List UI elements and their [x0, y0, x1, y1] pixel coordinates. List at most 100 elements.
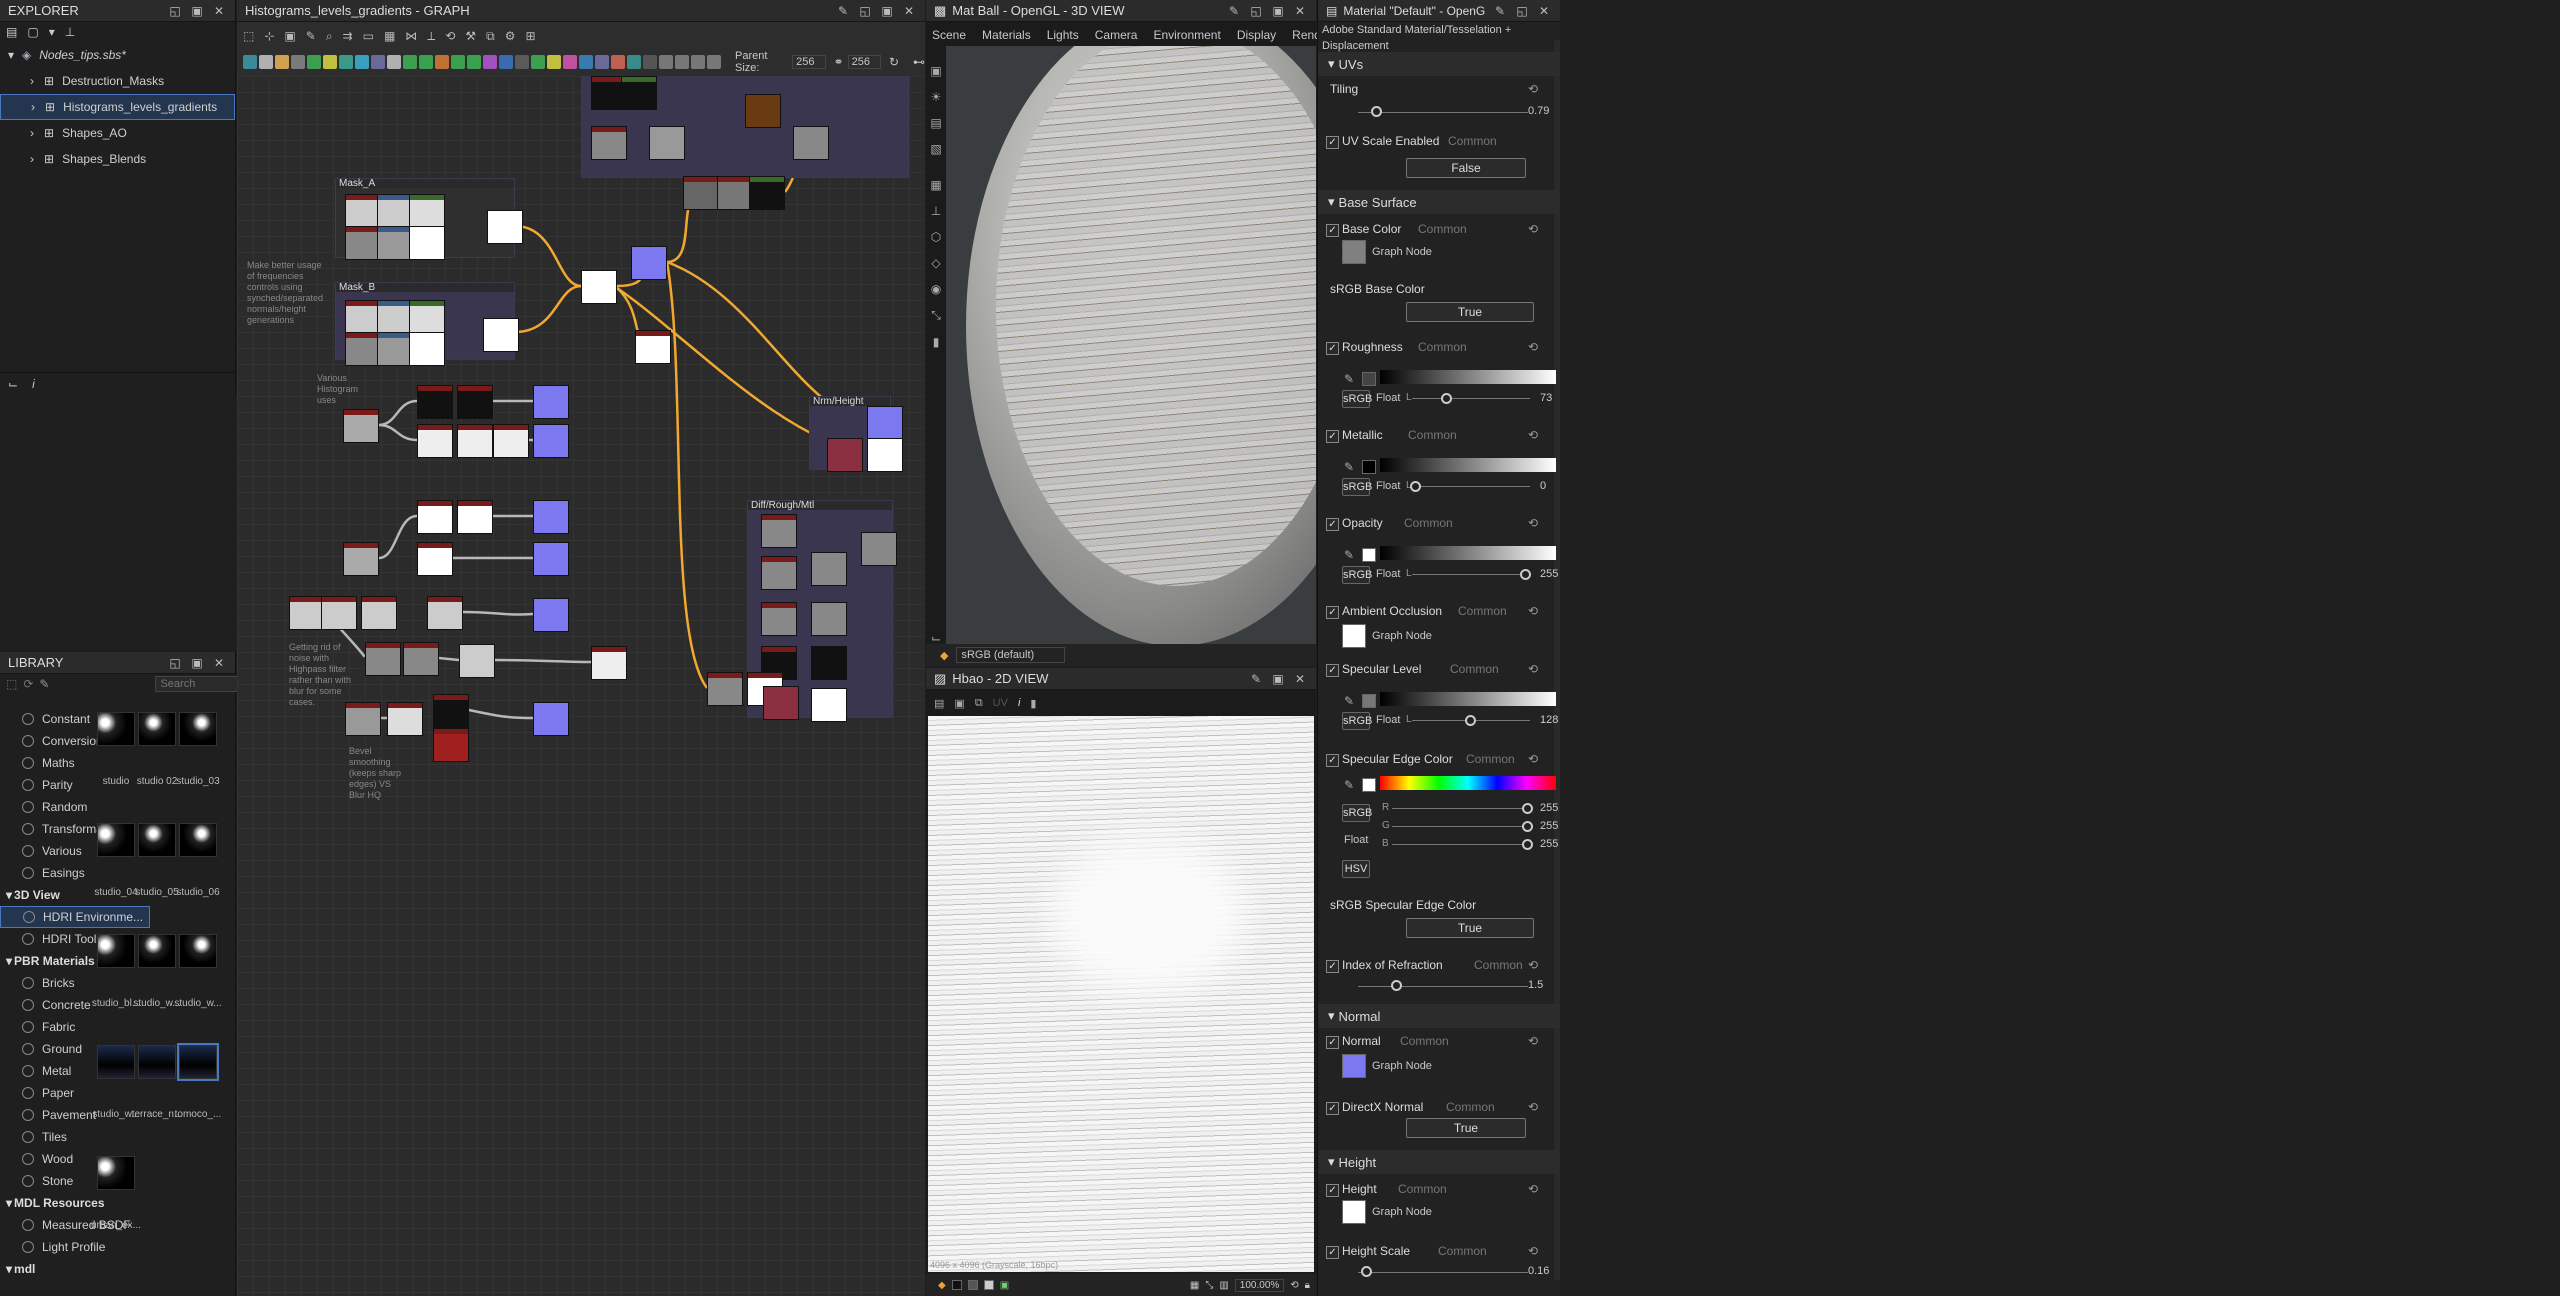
atomic-node-button[interactable] — [531, 55, 545, 69]
srgb-toggle[interactable]: sRGB — [1342, 712, 1372, 730]
graph-node[interactable] — [457, 385, 493, 419]
info-icon[interactable]: i — [1018, 697, 1020, 709]
slider-value[interactable]: 255 — [1540, 568, 1558, 580]
slider-value[interactable]: 1.5 — [1528, 979, 1543, 991]
value-gradient[interactable] — [1380, 370, 1556, 384]
reset-icon[interactable]: ⟲ — [1528, 222, 1538, 236]
reset-icon[interactable]: ⟲ — [1528, 1182, 1538, 1196]
slider-track[interactable] — [1412, 486, 1530, 487]
atomic-node-button[interactable] — [307, 55, 321, 69]
graph-node[interactable] — [345, 194, 381, 228]
channel-black[interactable] — [951, 1280, 962, 1290]
collapse-arrow-icon[interactable]: ▾ — [1328, 1154, 1335, 1170]
hdri-thumbnail[interactable] — [179, 934, 217, 968]
axes-icon[interactable]: ⌙ — [931, 631, 941, 645]
library-category[interactable]: Fabric — [0, 1016, 150, 1038]
graph-comment[interactable]: Bevel smoothing (keeps sharp edges) VS B… — [349, 746, 409, 801]
atomic-node-button[interactable] — [403, 55, 417, 69]
graph-node[interactable] — [345, 332, 381, 366]
slider-knob[interactable] — [1371, 106, 1383, 117]
atomic-node-button[interactable] — [451, 55, 465, 69]
search-icon[interactable]: ⌕ — [326, 29, 333, 44]
atomic-node-button[interactable] — [435, 55, 449, 69]
image-icon[interactable]: ▣ — [1000, 1280, 1009, 1291]
slider-track[interactable] — [1358, 112, 1528, 113]
graph-node[interactable] — [811, 602, 847, 636]
uv-toggle[interactable]: UV — [993, 697, 1008, 709]
library-category[interactable]: Paper — [0, 1082, 150, 1104]
rotate-icon[interactable]: ⟲ — [445, 29, 455, 43]
section-height[interactable]: ▾ Height — [1318, 1150, 1560, 1174]
camera-icon[interactable]: ▣ — [284, 29, 295, 43]
hdri-thumbnail[interactable] — [97, 934, 135, 968]
stats-icon[interactable]: ▮ — [933, 335, 940, 349]
maximize-icon[interactable]: ▣ — [1270, 671, 1286, 687]
atomic-node-button[interactable] — [675, 55, 689, 69]
section-normal[interactable]: ▾ Normal — [1318, 1004, 1560, 1028]
properties-scrollbar[interactable] — [1554, 40, 1560, 1280]
hdri-thumbnail[interactable] — [177, 1043, 219, 1081]
collapse-arrow-icon[interactable]: ▾ — [1328, 56, 1335, 72]
checkbox[interactable]: ✓ — [1326, 1036, 1339, 1049]
atomic-node-button[interactable] — [707, 55, 721, 69]
atomic-node-button[interactable] — [515, 55, 529, 69]
graph-node[interactable] — [433, 728, 469, 762]
atomic-node-button[interactable] — [259, 55, 273, 69]
section-uvs[interactable]: ▾ UVs — [1318, 52, 1560, 76]
color-swatch[interactable] — [1362, 372, 1376, 386]
wireframe-icon[interactable]: ◇ — [931, 256, 940, 270]
graph-node[interactable] — [861, 532, 897, 566]
library-category[interactable]: Light Profile — [0, 1236, 150, 1258]
hdri-thumbnail[interactable] — [138, 712, 176, 746]
section-base-surface[interactable]: ▾ Base Surface — [1318, 190, 1560, 214]
graph-item[interactable]: › ⊞ Shapes_Blends — [0, 146, 235, 172]
reset-icon[interactable]: ⟲ — [1528, 428, 1538, 442]
slider-value[interactable]: 0.16 — [1528, 1265, 1549, 1277]
graph-node[interactable] — [403, 642, 439, 676]
graph-node[interactable] — [533, 598, 569, 632]
hue-gradient[interactable] — [1380, 776, 1556, 790]
checkbox[interactable]: ✓ — [1326, 342, 1339, 355]
slider-track[interactable] — [1412, 574, 1530, 575]
atomic-node-button[interactable] — [323, 55, 337, 69]
graph-node[interactable] — [457, 500, 493, 534]
view-mode-icon[interactable]: ▥ — [1219, 1280, 1228, 1291]
color-swatch[interactable] — [1362, 460, 1376, 474]
checkbox[interactable]: ✓ — [1326, 1246, 1339, 1259]
close-icon[interactable]: ✕ — [1292, 671, 1308, 687]
float-icon[interactable]: ◱ — [167, 655, 183, 671]
library-category[interactable]: Random — [0, 796, 150, 818]
graph-canvas[interactable]: AlbedoMask_AMask_BNrm/HeightDiff/Rough/M… — [237, 76, 925, 1296]
toggle-button[interactable]: False — [1406, 158, 1526, 178]
graph-node[interactable] — [761, 514, 797, 548]
export-icon[interactable]: ▤ — [934, 697, 944, 710]
fit-icon[interactable]: ⤡ — [1205, 1280, 1213, 1291]
atomic-node-button[interactable] — [595, 55, 609, 69]
library-category[interactable]: Bricks — [0, 972, 150, 994]
reset-icon[interactable]: ⟲ — [1528, 752, 1538, 766]
atomic-node-button[interactable] — [643, 55, 657, 69]
atomic-node-button[interactable] — [563, 55, 577, 69]
graph-node-swatch[interactable] — [1342, 1200, 1366, 1224]
graph-node[interactable] — [289, 596, 325, 630]
library-category[interactable]: Maths — [0, 752, 150, 774]
reset-icon[interactable]: ⟲ — [1528, 1244, 1538, 1258]
graph-node[interactable] — [581, 270, 617, 304]
srgb-toggle[interactable]: sRGB — [1342, 804, 1372, 822]
graph-node[interactable] — [409, 226, 445, 260]
refresh-icon[interactable]: ↻ — [889, 55, 899, 69]
atomic-node-button[interactable] — [467, 55, 481, 69]
pin-icon[interactable]: ✎ — [1492, 3, 1508, 19]
checkbox[interactable]: ✓ — [1326, 664, 1339, 677]
graph-node[interactable] — [417, 424, 453, 458]
atomic-node-button[interactable] — [659, 55, 673, 69]
lock-icon[interactable]: 🔒︎ — [1305, 1280, 1310, 1291]
light-icon[interactable]: ☀ — [931, 90, 942, 104]
float-icon[interactable]: ◱ — [857, 3, 873, 19]
filter-icon[interactable]: ⬚ — [6, 677, 17, 691]
graph-node[interactable] — [591, 646, 627, 680]
graph-node[interactable] — [365, 642, 401, 676]
graph-node[interactable] — [409, 300, 445, 334]
hdri-thumbnail[interactable] — [179, 823, 217, 857]
graph-node[interactable] — [387, 702, 423, 736]
